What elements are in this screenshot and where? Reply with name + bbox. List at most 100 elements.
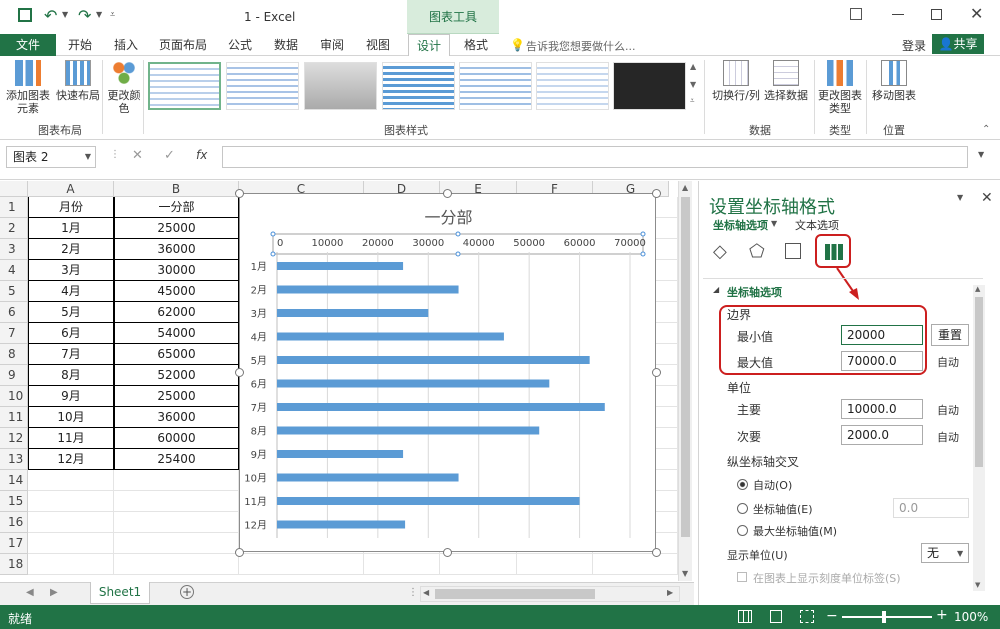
radio-axis-value[interactable]	[737, 503, 748, 514]
minimize-icon[interactable]	[892, 14, 904, 15]
zoom-out-icon[interactable]: −	[826, 608, 838, 624]
major-auto-label[interactable]: 自动	[937, 402, 959, 418]
axis-options-dropdown-icon[interactable]: ▼	[771, 219, 777, 228]
chart-style-3[interactable]	[304, 62, 377, 110]
redo-icon[interactable]: ↷	[78, 6, 91, 25]
cell[interactable]: 12月	[28, 449, 114, 470]
scroll-down-icon[interactable]: ▼	[682, 569, 688, 578]
expand-formula-icon[interactable]: ▼	[978, 150, 984, 159]
tab-design[interactable]: 设计	[408, 34, 450, 57]
zoom-slider-thumb[interactable]	[882, 611, 886, 623]
vertical-scrollbar[interactable]: ▲ ▼	[678, 181, 692, 581]
cell[interactable]	[28, 512, 114, 533]
axis-options-icon[interactable]	[815, 234, 851, 268]
styles-scroll-down-icon[interactable]: ▼	[690, 80, 696, 89]
cell[interactable]: 25000	[114, 386, 239, 407]
row-header[interactable]: 7	[0, 323, 28, 344]
cell[interactable]	[114, 533, 239, 554]
cell[interactable]	[114, 491, 239, 512]
effects-icon[interactable]: ⬠	[749, 241, 765, 262]
undo-dropdown-icon[interactable]: ▼	[62, 10, 68, 19]
horizontal-scroll-thumb[interactable]	[435, 589, 595, 599]
zoom-in-icon[interactable]: +	[936, 607, 948, 623]
share-button[interactable]: 👤共享	[932, 34, 984, 54]
cell[interactable]: 2月	[28, 239, 114, 260]
pane-close-icon[interactable]: ✕	[981, 190, 993, 206]
chart-resize-handle[interactable]	[443, 189, 452, 198]
tab-data[interactable]: 数据	[266, 34, 306, 56]
tell-me-input[interactable]: 告诉我您想要做什么...	[526, 38, 636, 54]
move-chart-button[interactable]: 移动图表	[870, 60, 918, 102]
pane-dropdown-icon[interactable]: ▼	[957, 193, 963, 202]
quick-layout-button[interactable]: 快速布局	[54, 60, 102, 102]
cell[interactable]	[114, 554, 239, 575]
page-break-view-icon[interactable]	[800, 610, 814, 623]
row-header[interactable]: 10	[0, 386, 28, 407]
page-layout-view-icon[interactable]	[770, 610, 782, 623]
cell[interactable]	[28, 470, 114, 491]
cell[interactable]: 54000	[114, 323, 239, 344]
tab-format[interactable]: 格式	[455, 34, 497, 56]
cell[interactable]	[593, 554, 678, 575]
column-header-b[interactable]: B	[114, 181, 239, 197]
pane-scrollbar[interactable]: ▲ ▼	[973, 285, 985, 591]
section-collapse-icon[interactable]: ◢	[713, 285, 719, 294]
minor-unit-input[interactable]: 2000.0	[841, 425, 923, 445]
cell[interactable]: 30000	[114, 260, 239, 281]
text-options-tab[interactable]: 文本选项	[795, 217, 839, 233]
cell[interactable]: 60000	[114, 428, 239, 449]
select-all-corner[interactable]	[0, 181, 28, 197]
column-header-a[interactable]: A	[28, 181, 114, 197]
pane-scroll-up-icon[interactable]: ▲	[975, 285, 980, 293]
cell[interactable]: 52000	[114, 365, 239, 386]
customize-qat-icon[interactable]: ⩡	[110, 10, 115, 20]
change-colors-button[interactable]: 更改颜色	[106, 60, 142, 115]
show-units-checkbox[interactable]	[737, 572, 747, 582]
row-header[interactable]: 14	[0, 470, 28, 491]
sheet-next-icon[interactable]: ▶	[50, 587, 58, 598]
chart-resize-handle[interactable]	[443, 548, 452, 557]
show-units-label[interactable]: 在图表上显示刻度单位标签(S)	[753, 570, 901, 586]
row-header[interactable]: 1	[0, 197, 28, 218]
chart-style-1[interactable]	[148, 62, 221, 110]
chart-plot[interactable]: 0 10000 20000 30000 40000 50000 60000 70000 1月 2月…	[240, 194, 657, 553]
formula-input[interactable]	[222, 146, 968, 168]
styles-scroll-up-icon[interactable]: ▲	[690, 62, 696, 71]
cell[interactable]	[28, 491, 114, 512]
row-header[interactable]: 11	[0, 407, 28, 428]
select-data-button[interactable]: 选择数据	[764, 60, 808, 102]
close-icon[interactable]: ✕	[970, 4, 983, 23]
cell[interactable]: 25400	[114, 449, 239, 470]
row-header[interactable]: 8	[0, 344, 28, 365]
tab-page-layout[interactable]: 页面布局	[152, 34, 214, 56]
ribbon-display-icon[interactable]	[850, 8, 862, 20]
name-box[interactable]: 图表 2 ▼	[6, 146, 96, 168]
tab-file[interactable]: 文件	[0, 34, 56, 56]
undo-icon[interactable]: ↶	[44, 6, 57, 25]
row-header[interactable]: 12	[0, 428, 28, 449]
axis-options-tab[interactable]: 坐标轴选项	[713, 217, 768, 233]
cell[interactable]: 6月	[28, 323, 114, 344]
radio-auto-label[interactable]: 自动(O)	[753, 477, 792, 493]
sheet-prev-icon[interactable]: ◀	[26, 587, 34, 598]
row-header[interactable]: 15	[0, 491, 28, 512]
tab-review[interactable]: 审阅	[312, 34, 352, 56]
row-header[interactable]: 6	[0, 302, 28, 323]
cell[interactable]: 36000	[114, 407, 239, 428]
cell[interactable]	[440, 554, 517, 575]
radio-max-axis[interactable]	[737, 525, 748, 536]
radio-max-axis-label[interactable]: 最大坐标轴值(M)	[753, 523, 837, 539]
reset-button[interactable]: 重置	[931, 324, 969, 346]
chart-style-2[interactable]	[226, 62, 299, 110]
insert-function-icon[interactable]: fx	[196, 148, 207, 162]
cell[interactable]	[114, 470, 239, 491]
sheet-tab-sheet1[interactable]: Sheet1	[90, 582, 150, 604]
cell[interactable]: 11月	[28, 428, 114, 449]
row-header[interactable]: 3	[0, 239, 28, 260]
collapse-ribbon-icon[interactable]: ⌃	[982, 124, 990, 135]
tab-insert[interactable]: 插入	[106, 34, 146, 56]
row-header[interactable]: 2	[0, 218, 28, 239]
scroll-up-icon[interactable]: ▲	[682, 183, 688, 192]
chart-style-7[interactable]	[613, 62, 686, 110]
cell[interactable]: 3月	[28, 260, 114, 281]
